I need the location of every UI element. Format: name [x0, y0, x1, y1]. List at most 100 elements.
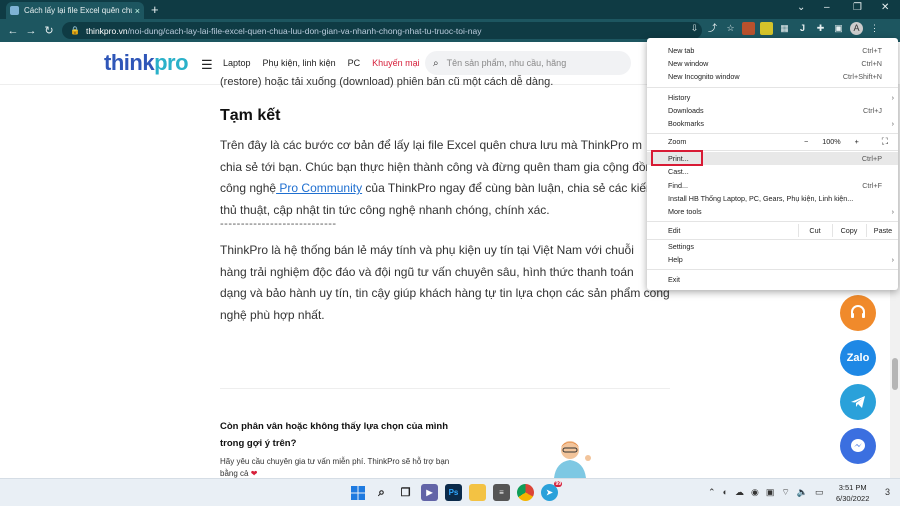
- search-placeholder: Tên sản phẩm, nhu cầu, hãng: [446, 58, 567, 68]
- photoshop-icon[interactable]: Ps: [445, 484, 462, 501]
- url-path: /noi-dung/cach-lay-lai-file-excel-quen-c…: [127, 25, 482, 36]
- windows-start-icon[interactable]: [349, 484, 366, 501]
- menu-separator: [647, 269, 898, 270]
- clock-time: 3:51 PM: [838, 483, 867, 492]
- nav-promotions[interactable]: Khuyến mại: [372, 58, 420, 68]
- battery-icon[interactable]: ▭: [815, 487, 824, 498]
- extension-icon[interactable]: [760, 22, 773, 35]
- search-icon[interactable]: ⌕: [373, 484, 390, 501]
- cloud-icon[interactable]: ☁: [735, 487, 744, 498]
- notes-icon[interactable]: ≡: [493, 484, 510, 501]
- teams-icon[interactable]: ▶: [421, 484, 438, 501]
- paste-button[interactable]: Paste: [866, 226, 900, 235]
- file-explorer-icon[interactable]: [469, 484, 486, 501]
- menu-item-more-tools[interactable]: More tools ›: [647, 205, 898, 218]
- menu-item-exit[interactable]: Exit: [647, 273, 898, 286]
- menu-item-downloads[interactable]: Downloads Ctrl+J: [647, 104, 898, 117]
- puzzle-icon[interactable]: ✚: [814, 22, 827, 35]
- text-line: dạng và bảo hành uy tín, tin cậy giúp kh…: [220, 286, 670, 300]
- windows-taskbar: ⌕ ❐ ▶ Ps ≡ ➤ 99 ⌃ ◐ ☁ ◉ ▣ ⌔ 🔈 ▭ 3:51 PM 6…: [0, 478, 900, 506]
- telegram-button[interactable]: [840, 384, 876, 420]
- section-divider: [220, 388, 670, 389]
- reload-icon[interactable]: ↻: [40, 24, 58, 37]
- zalo-button[interactable]: Zalo: [840, 340, 876, 376]
- messenger-button[interactable]: [840, 428, 876, 464]
- search-icon: ⌕: [433, 57, 439, 69]
- nav-laptop[interactable]: Laptop: [223, 58, 251, 68]
- tray-app-icon[interactable]: ◉: [751, 487, 759, 498]
- pro-community-link[interactable]: Pro Community: [276, 181, 362, 195]
- new-tab-button[interactable]: +: [151, 2, 159, 17]
- tab-title: Cách lấy lại file Excel quên chưa lư: [24, 6, 132, 15]
- text-line: Trên đây là các bước cơ bản để lấy lại f…: [220, 138, 643, 152]
- profile-avatar[interactable]: A: [850, 22, 863, 35]
- nav-accessories[interactable]: Phụ kiện, linh kiện: [263, 58, 336, 68]
- clock-date: 6/30/2022: [836, 494, 870, 503]
- menu-item-help[interactable]: Help ›: [647, 253, 898, 266]
- scrollbar-thumb[interactable]: [892, 358, 898, 390]
- forward-icon[interactable]: →: [22, 25, 40, 37]
- close-icon[interactable]: ×: [135, 6, 140, 16]
- maximize-icon[interactable]: ❐: [853, 2, 862, 13]
- wifi-icon[interactable]: ⌔: [781, 487, 789, 498]
- browser-tab[interactable]: Cách lấy lại file Excel quên chưa lư ×: [6, 2, 144, 19]
- text-line: nghệ phù hợp nhất.: [220, 307, 325, 322]
- section-heading: Tạm kết: [220, 107, 281, 124]
- print-highlight-box: [651, 150, 703, 166]
- menu-item-new-window[interactable]: New window Ctrl+N: [647, 57, 898, 70]
- edit-label: Edit: [668, 226, 681, 235]
- extension-icon[interactable]: [742, 22, 755, 35]
- nav-pc[interactable]: PC: [348, 58, 361, 68]
- minimize-icon[interactable]: –: [824, 2, 830, 13]
- zoom-in-button[interactable]: +: [855, 137, 859, 146]
- sidebar-icon[interactable]: ▣: [832, 22, 845, 35]
- menu-item-cast[interactable]: Cast...: [647, 165, 898, 178]
- fullscreen-icon[interactable]: ⛶: [882, 136, 888, 147]
- consult-description: Hãy yêu cầu chuyên gia tư vấn miễn phí. …: [220, 457, 450, 478]
- chevron-right-icon: ›: [891, 207, 894, 216]
- kebab-menu-icon[interactable]: ⋮: [868, 22, 881, 35]
- back-icon[interactable]: ←: [4, 25, 22, 37]
- cut-off-line: (restore) hoặc tải xuống (download) phiê…: [220, 76, 554, 88]
- menu-separator: [647, 87, 898, 88]
- favicon-icon: [10, 6, 19, 15]
- search-input[interactable]: ⌕ Tên sản phẩm, nhu cầu, hãng: [425, 51, 631, 75]
- zalo-label: Zalo: [846, 352, 870, 364]
- menu-item-find[interactable]: Find... Ctrl+F: [647, 179, 898, 192]
- telegram-taskbar-icon[interactable]: ➤ 99: [541, 481, 562, 501]
- taskbar-clock[interactable]: 3:51 PM 6/30/2022: [836, 482, 869, 504]
- zoom-out-button[interactable]: −: [804, 137, 808, 146]
- cut-button[interactable]: Cut: [798, 226, 832, 235]
- menu-item-new-tab[interactable]: New tab Ctrl+T: [647, 44, 898, 57]
- conclusion-paragraph: Trên đây là các bước cơ bản để lấy lại f…: [220, 135, 675, 221]
- hamburger-menu-icon[interactable]: ☰: [201, 57, 213, 73]
- j-extension-icon[interactable]: J: [796, 22, 809, 35]
- chevron-down-icon[interactable]: ⌄: [797, 2, 805, 13]
- star-icon[interactable]: ☆: [724, 22, 737, 35]
- menu-item-install[interactable]: Install HB Thống Laptop, PC, Gears, Phụ …: [647, 192, 898, 205]
- close-window-icon[interactable]: ✕: [881, 2, 889, 13]
- task-view-icon[interactable]: ❐: [397, 484, 414, 501]
- notification-count-icon[interactable]: 3: [885, 487, 890, 497]
- thinkpro-logo[interactable]: thinkpro: [104, 50, 189, 76]
- menu-item-history[interactable]: History ›: [647, 91, 898, 104]
- menu-item-settings[interactable]: Settings: [647, 240, 898, 253]
- menu-item-incognito[interactable]: New Incognito window Ctrl+Shift+N: [647, 70, 898, 83]
- chrome-icon[interactable]: [517, 484, 534, 501]
- address-bar[interactable]: 🔒 thinkpro.vn/noi-dung/cach-lay-lai-file…: [62, 22, 702, 39]
- install-icon[interactable]: ⇩: [688, 22, 701, 35]
- chevron-right-icon: ›: [891, 255, 894, 264]
- toolbar-icons: ⇩ ⤴ ☆ ▦ J ✚ ▣ A ⋮: [688, 22, 881, 35]
- tray-app-icon[interactable]: ◐: [723, 487, 728, 498]
- volume-icon[interactable]: 🔈: [797, 487, 808, 498]
- grid-extension-icon[interactable]: ▦: [778, 22, 791, 35]
- tray-app-icon[interactable]: ▣: [766, 487, 775, 498]
- taskbar-apps: ⌕ ❐ ▶ Ps ≡ ➤ 99: [349, 481, 562, 501]
- chevron-up-icon[interactable]: ⌃: [708, 487, 716, 498]
- tab-strip: Cách lấy lại file Excel quên chưa lư × +…: [0, 0, 900, 19]
- lock-icon[interactable]: 🔒: [70, 26, 80, 35]
- share-icon[interactable]: ⤴: [706, 22, 719, 35]
- hotline-headset-button[interactable]: [840, 295, 876, 331]
- menu-item-bookmarks[interactable]: Bookmarks ›: [647, 117, 898, 130]
- copy-button[interactable]: Copy: [832, 226, 866, 235]
